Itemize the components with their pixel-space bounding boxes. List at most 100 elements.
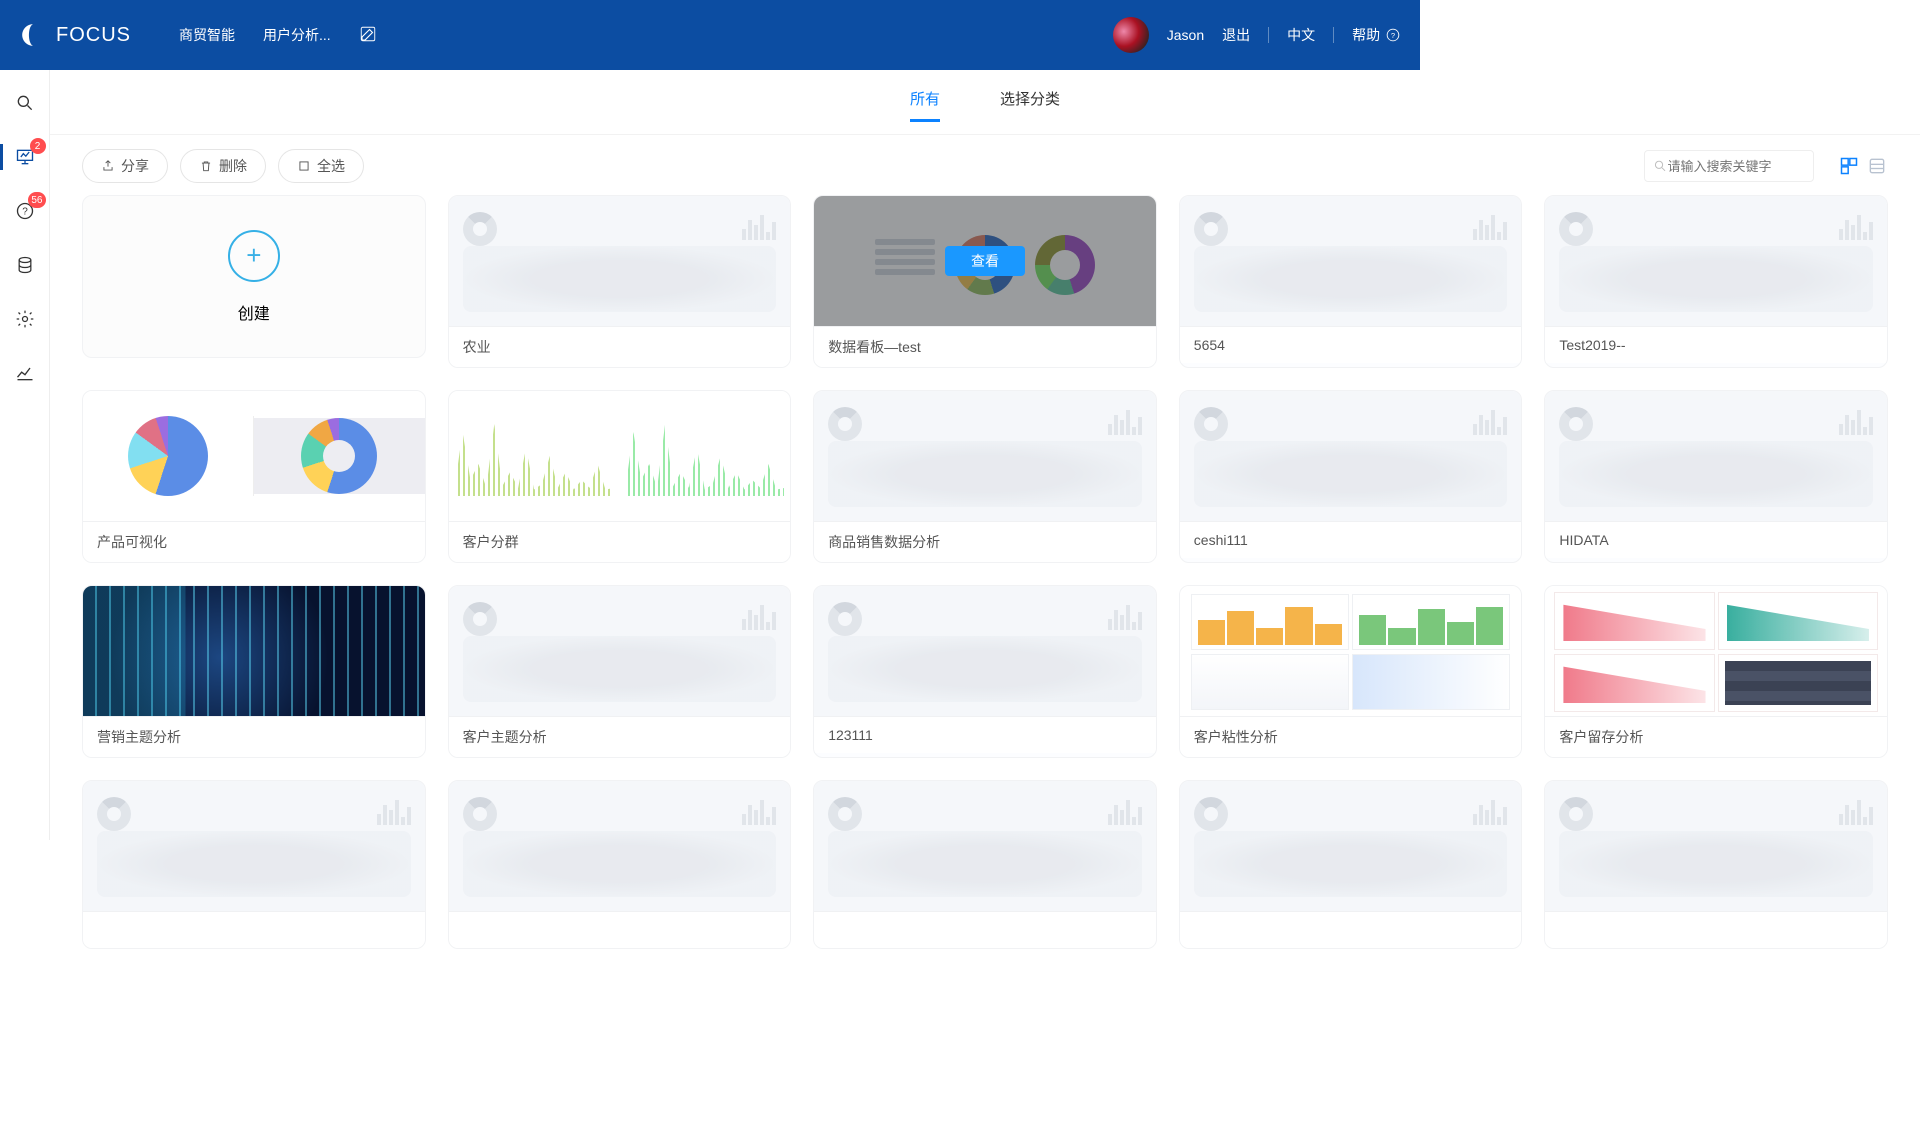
sidebar-search[interactable]	[12, 90, 38, 116]
database-icon	[15, 255, 35, 275]
trash-icon	[199, 159, 213, 173]
card-thumbnail	[449, 781, 791, 911]
dashboard-card[interactable]: 营销主题分析	[82, 585, 426, 758]
delete-button[interactable]: 删除	[180, 149, 266, 183]
share-button[interactable]: 分享	[82, 149, 168, 183]
dashboard-card[interactable]: 客户粘性分析	[1179, 585, 1523, 758]
card-title: 农业	[449, 326, 791, 367]
dashboard-card[interactable]: 客户主题分析	[448, 585, 792, 758]
avatar[interactable]	[1113, 17, 1149, 53]
dashboard-card[interactable]: Test2019--	[1544, 195, 1888, 368]
card-title: Test2019--	[1545, 326, 1887, 363]
grid-view-button[interactable]	[1838, 155, 1860, 177]
dashboard-card[interactable]: 5654	[1179, 195, 1523, 368]
dashboard-card[interactable]: 产品可视化	[82, 390, 426, 563]
card-title: 客户留存分析	[1545, 716, 1887, 757]
svg-text:?: ?	[1391, 31, 1395, 40]
header-right: Jason 退出 中文 帮助 ?	[1113, 17, 1400, 53]
badge-questions: 56	[28, 192, 45, 208]
select-all-button[interactable]: 全选	[278, 149, 364, 183]
sidebar-dashboards[interactable]: 2	[12, 144, 38, 170]
dashboard-card[interactable]: 查看 数据看板—test	[813, 195, 1157, 368]
dashboard-card[interactable]: 123111	[813, 585, 1157, 758]
search-icon	[15, 93, 35, 113]
card-title	[814, 911, 1156, 948]
dashboard-card[interactable]: 农业	[448, 195, 792, 368]
dashboard-card[interactable]: 商品销售数据分析	[813, 390, 1157, 563]
card-thumbnail	[1545, 196, 1887, 326]
help-circle-icon: ?	[1386, 28, 1400, 42]
share-icon	[101, 159, 115, 173]
dashboard-card[interactable]	[82, 780, 426, 949]
card-title: 客户主题分析	[449, 716, 791, 757]
card-thumbnail	[1180, 586, 1522, 716]
divider	[1333, 27, 1334, 43]
view-button[interactable]: 查看	[945, 246, 1025, 276]
logo[interactable]: FOCUS	[20, 22, 131, 48]
dashboard-card[interactable]: 客户留存分析	[1544, 585, 1888, 758]
card-thumbnail: 查看	[814, 196, 1156, 326]
language-toggle[interactable]: 中文	[1287, 25, 1315, 45]
card-title: 5654	[1180, 326, 1522, 363]
tabs: 所有 选择分类	[50, 70, 1920, 135]
card-overlay: 查看	[814, 196, 1156, 326]
plus-circle-icon: +	[228, 230, 280, 282]
card-title	[449, 911, 791, 948]
main: 所有 选择分类 分享 删除 全选	[50, 70, 1920, 1140]
header: FOCUS 商贸智能 用户分析... Jason 退出 中文 帮助 ?	[0, 0, 1420, 70]
card-title: 数据看板—test	[814, 326, 1156, 367]
username[interactable]: Jason	[1167, 27, 1204, 43]
dashboard-card[interactable]: HIDATA	[1544, 390, 1888, 563]
grid-icon	[1839, 156, 1859, 176]
toolbar: 分享 删除 全选	[50, 135, 1920, 191]
dashboard-card[interactable]: ceshi111	[1179, 390, 1523, 563]
card-title: 客户粘性分析	[1180, 716, 1522, 757]
dashboard-card[interactable]	[448, 780, 792, 949]
card-title: HIDATA	[1545, 521, 1887, 558]
card-title: ceshi111	[1180, 521, 1522, 558]
trend-line-icon	[15, 363, 35, 383]
sidebar-settings[interactable]	[12, 306, 38, 332]
logout-link[interactable]: 退出	[1222, 25, 1250, 45]
tab-category[interactable]: 选择分类	[1000, 88, 1060, 122]
sidebar-questions[interactable]: ? 56	[12, 198, 38, 224]
search-box[interactable]	[1644, 150, 1814, 182]
list-view-button[interactable]	[1866, 155, 1888, 177]
list-icon	[1867, 156, 1887, 176]
card-title: 产品可视化	[83, 521, 425, 562]
search-input[interactable]	[1667, 159, 1805, 174]
tab-all[interactable]: 所有	[910, 88, 940, 122]
view-toggle	[1838, 155, 1888, 177]
sidebar: 2 ? 56	[0, 70, 50, 840]
badge-dashboards: 2	[30, 138, 46, 154]
dashboard-card[interactable]	[1544, 780, 1888, 949]
brand-text: FOCUS	[56, 24, 131, 47]
nav-item-user-analysis[interactable]: 用户分析...	[263, 25, 331, 45]
logo-icon	[20, 22, 46, 48]
dashboard-card[interactable]	[1179, 780, 1523, 949]
card-title	[1545, 911, 1887, 948]
card-title: 123111	[814, 716, 1156, 753]
dashboard-card[interactable]	[813, 780, 1157, 949]
dashboard-card[interactable]: 客户分群	[448, 390, 792, 563]
card-thumbnail	[83, 586, 425, 716]
card-thumbnail	[1180, 781, 1522, 911]
edit-icon[interactable]	[359, 25, 377, 43]
card-title	[1180, 911, 1522, 948]
create-card[interactable]: + 创建	[82, 195, 426, 358]
card-thumbnail	[83, 781, 425, 911]
create-label: 创建	[238, 300, 270, 324]
sidebar-data[interactable]	[12, 252, 38, 278]
card-title: 营销主题分析	[83, 716, 425, 757]
card-thumbnail	[1180, 196, 1522, 326]
help-link[interactable]: 帮助 ?	[1352, 25, 1400, 45]
card-thumbnail	[83, 391, 425, 521]
card-thumbnail	[814, 391, 1156, 521]
card-thumbnail	[1545, 586, 1887, 716]
card-thumbnail	[449, 196, 791, 326]
nav-item-business[interactable]: 商贸智能	[179, 25, 235, 45]
divider	[1268, 27, 1269, 43]
card-thumbnail	[449, 586, 791, 716]
card-thumbnail	[814, 586, 1156, 716]
sidebar-analytics[interactable]	[12, 360, 38, 386]
